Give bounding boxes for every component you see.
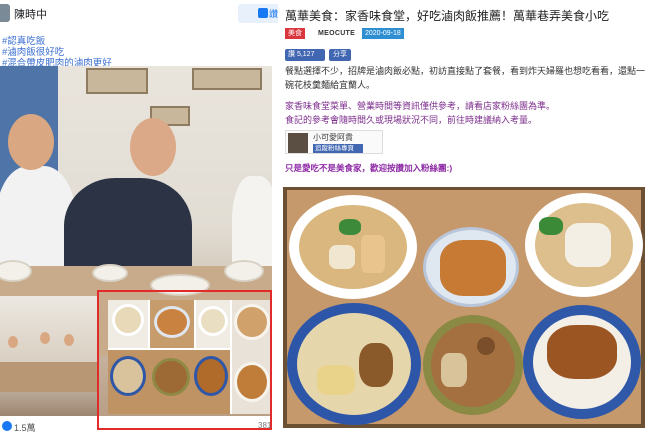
braised-items bbox=[431, 323, 515, 407]
post-footer: 1.5萬 381 bbox=[0, 418, 278, 436]
tempura bbox=[440, 240, 506, 296]
social-post: 陳時中 讚 #認真吃飯 #滷肉飯很好吃 #混合帶皮肥肉的滷肉更好 1.5萬 38… bbox=[0, 0, 278, 436]
fb-like-button[interactable]: 讚 5,127 bbox=[285, 49, 325, 61]
person-left-head bbox=[8, 114, 54, 170]
plate bbox=[224, 260, 264, 282]
highlight-box bbox=[97, 290, 272, 430]
braised-pork-topping bbox=[547, 325, 617, 379]
noodle-bowl bbox=[287, 303, 421, 425]
like-button[interactable]: 讚 bbox=[238, 4, 278, 23]
social-buttons: 讚 5,127 分享 bbox=[285, 49, 485, 61]
share-count[interactable]: 381 bbox=[258, 421, 271, 430]
post-header: 陳時中 讚 bbox=[0, 0, 278, 28]
article-meta: 美食 MEOCUTE 2020-09-18 bbox=[285, 28, 655, 40]
date-badge: 2020-09-18 bbox=[362, 28, 404, 39]
braised-plate bbox=[423, 315, 523, 415]
squid bbox=[565, 223, 611, 267]
soup-bowl-right bbox=[525, 193, 643, 297]
soup bbox=[299, 205, 407, 289]
small-table bbox=[0, 362, 98, 392]
dumpling bbox=[361, 235, 385, 273]
fan-page-card[interactable]: 小可愛阿貴 追蹤粉絲專頁 bbox=[285, 130, 383, 154]
rice bbox=[533, 315, 631, 409]
egg bbox=[477, 337, 495, 355]
noodles bbox=[297, 313, 411, 415]
source-label: MEOCUTE bbox=[318, 30, 356, 37]
inset-photo bbox=[0, 296, 98, 416]
tofu bbox=[441, 353, 467, 387]
person-center-head bbox=[130, 118, 176, 176]
radish bbox=[317, 365, 355, 395]
wall-painting bbox=[192, 68, 262, 90]
fan-page-avatar bbox=[288, 133, 308, 153]
like-button-label: 讚 bbox=[269, 9, 279, 19]
post-author[interactable]: 陳時中 bbox=[14, 6, 47, 22]
plate bbox=[92, 264, 128, 282]
tempura-plate bbox=[423, 227, 519, 307]
soup bbox=[535, 203, 633, 287]
article-title: 萬華美食：家香味食堂，好吃滷肉飯推薦！萬華巷弄美食小吃 bbox=[285, 9, 610, 23]
paragraph-note-2: 食記的參考會隨時間久或現場狀況不同，前往時建議納入考量。 bbox=[285, 115, 538, 125]
avatar[interactable] bbox=[0, 4, 10, 22]
fan-page-name[interactable]: 小可愛阿貴 bbox=[313, 132, 353, 143]
soup-bowl-left bbox=[289, 195, 417, 299]
small-head bbox=[8, 336, 18, 348]
herb bbox=[539, 217, 563, 235]
follow-page-button[interactable]: 追蹤粉絲專頁 bbox=[313, 144, 363, 153]
fishcake bbox=[329, 245, 355, 269]
food-photo[interactable] bbox=[283, 187, 645, 428]
rice-bowl bbox=[523, 305, 641, 419]
small-head bbox=[40, 332, 50, 344]
like-reaction-icon bbox=[2, 421, 12, 431]
wall-painting bbox=[86, 68, 148, 94]
thumbs-up-icon bbox=[258, 8, 268, 18]
fan-page-cta: 只是愛吃不是美食家，歡迎按讚加入粉絲團:) bbox=[285, 163, 453, 173]
fb-share-button[interactable]: 分享 bbox=[329, 49, 351, 61]
braised-pork bbox=[359, 343, 393, 387]
category-badge[interactable]: 美食 bbox=[285, 28, 305, 39]
reaction-count[interactable]: 1.5萬 bbox=[14, 421, 36, 434]
herb bbox=[339, 219, 361, 235]
paragraph-intro: 餐點選擇不少，招牌是滷肉飯必點，初訪直接點了套餐，看到炸天婦羅也想吃看看，還點一… bbox=[285, 66, 646, 90]
small-head bbox=[64, 334, 74, 346]
paragraph-note-1: 家香味食堂菜單、營業時間等資訊僅供參考，請看店家粉絲團為準。 bbox=[285, 101, 556, 111]
